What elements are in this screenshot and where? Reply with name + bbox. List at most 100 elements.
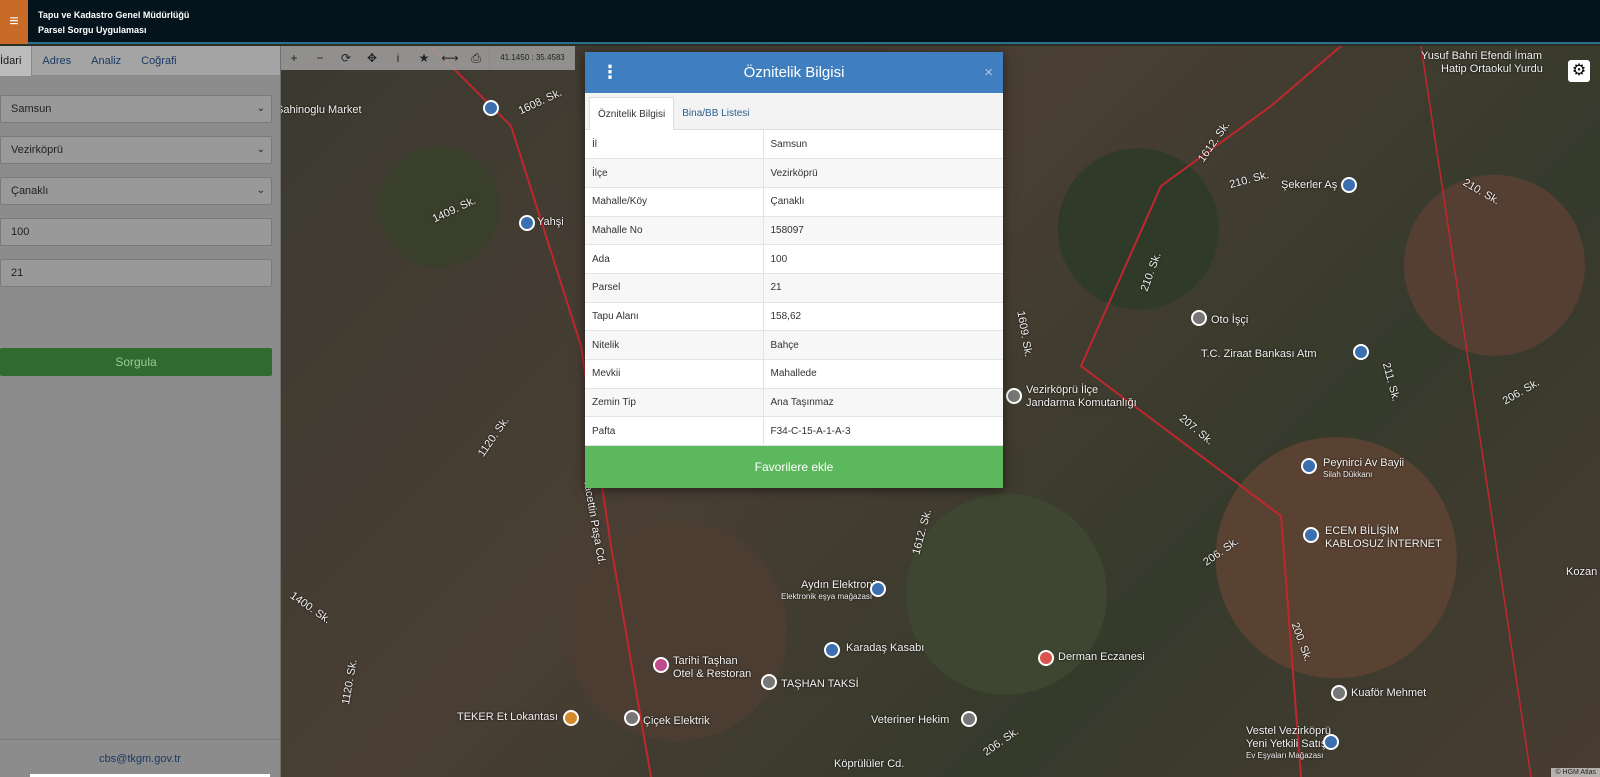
map-label: Elektronik eşya mağazası	[781, 592, 873, 601]
il-select[interactable]: Samsun ⌄	[0, 95, 272, 123]
attr-value: Samsun	[763, 130, 1003, 160]
move-icon[interactable]: ✥	[359, 46, 385, 70]
ada-input[interactable]: 100	[0, 218, 272, 246]
attr-key: Nitelik	[585, 330, 764, 360]
map-label: Derman Eczanesi	[1058, 651, 1145, 663]
shop-marker-icon[interactable]	[519, 215, 535, 231]
print-icon[interactable]: ⎙	[463, 46, 489, 70]
table-row: Zemin Tip Ana Taşınmaz	[585, 388, 1003, 418]
attr-key: Tapu Alanı	[585, 302, 764, 332]
attr-value: Bahçe	[763, 330, 1003, 360]
place-marker-icon[interactable]	[1191, 310, 1207, 326]
tab-adres[interactable]: Adres	[32, 46, 81, 76]
map-label: KABLOSUZ İNTERNET	[1325, 538, 1442, 550]
table-row: Parsel 21	[585, 273, 1003, 303]
star-icon[interactable]: ★	[411, 46, 437, 70]
attr-key: İl	[585, 130, 764, 160]
restaurant-marker-icon[interactable]	[563, 710, 579, 726]
shop-marker-icon[interactable]	[1303, 527, 1319, 543]
attr-value: Çanaklı	[763, 187, 1003, 217]
attr-key: Mahalle No	[585, 216, 764, 246]
attribute-table: İl Samsun İlçe Vezirköprü Mahalle/Köy Çanak…	[585, 130, 1003, 447]
map-toolbar: + − ⟳ ✥ i ★ ⟷ ⎙ 41.1450 : 35.4583	[281, 46, 575, 70]
map-label: T.C. Ziraat Bankası Atm	[1201, 348, 1317, 360]
sidebar-tabs: İdari Adres Analiz Coğrafi	[0, 46, 280, 76]
zoom-out-icon[interactable]: −	[307, 46, 333, 70]
ilce-select[interactable]: Vezirköprü ⌄	[0, 136, 272, 164]
attr-value: 158,62	[763, 302, 1003, 332]
chevron-down-icon: ⌄	[256, 185, 265, 196]
table-row: İl Samsun	[585, 130, 1003, 160]
place-marker-icon[interactable]	[624, 710, 640, 726]
tab-idari[interactable]: İdari	[0, 46, 33, 76]
map-label: Ev Eşyaları Mağazası	[1246, 751, 1324, 760]
attr-key: Mahalle/Köy	[585, 187, 764, 217]
bank-marker-icon[interactable]	[1353, 344, 1369, 360]
map-label: Yahşi	[537, 216, 564, 228]
map-label: Yusuf Bahri Efendi İmam	[1421, 50, 1543, 62]
info-icon[interactable]: i	[385, 46, 411, 70]
measure-icon[interactable]: ⟷	[437, 46, 463, 70]
coordinate-readout: 41.1450 : 35.4583	[489, 46, 575, 70]
attribute-info-dialog: Öznitelik Bilgisi ⋮ × Öznitelik Bilgisi …	[585, 52, 1003, 488]
parsel-input[interactable]: 21	[0, 259, 272, 287]
gear-icon[interactable]: ⚙	[1568, 60, 1590, 82]
table-row: Pafta F34-C-15-A-1-A-3	[585, 416, 1003, 447]
attr-value: Vezirköprü	[763, 158, 1003, 188]
sorgula-button[interactable]: Sorgula	[0, 348, 272, 376]
shop-marker-icon[interactable]	[1323, 734, 1339, 750]
table-row: Tapu Alanı 158,62	[585, 302, 1003, 332]
hamburger-menu-icon[interactable]: ≡	[0, 0, 28, 44]
app-title-line1: Tapu ve Kadastro Genel Müdürlüğü	[38, 10, 190, 20]
shop-marker-icon[interactable]	[870, 581, 886, 597]
map-label: ECEM BİLİŞİM	[1325, 525, 1399, 537]
mahalle-select[interactable]: Çanaklı ⌄	[0, 177, 272, 205]
map-label: Yeni Yetkili Satış	[1246, 738, 1327, 750]
dialog-title: Öznitelik Bilgisi	[743, 64, 845, 81]
close-icon[interactable]: ×	[984, 52, 993, 93]
contact-email[interactable]: cbs@tkgm.gov.tr	[0, 739, 280, 777]
map-label: Hatip Ortaokul Yurdu	[1441, 63, 1543, 75]
ada-input-value: 100	[11, 226, 30, 238]
shop-marker-icon[interactable]	[1341, 177, 1357, 193]
dialog-tabs: Öznitelik Bilgisi Bina/BB Listesi	[585, 93, 1003, 130]
attr-value: 158097	[763, 216, 1003, 246]
map-label: Oto İşçi	[1211, 314, 1249, 326]
add-to-favorites-button[interactable]: Favorilere ekle	[585, 446, 1003, 488]
zoom-in-icon[interactable]: +	[281, 46, 307, 70]
attr-value: 21	[763, 273, 1003, 303]
chevron-down-icon: ⌄	[256, 103, 265, 114]
map-label: Kozan	[1566, 566, 1598, 578]
attr-value: 100	[763, 244, 1003, 274]
tab-oznitelik-bilgisi[interactable]: Öznitelik Bilgisi	[589, 97, 675, 130]
map-label: Şekerler Aş	[1281, 179, 1338, 191]
attr-value: F34-C-15-A-1-A-3	[763, 416, 1003, 447]
kebab-menu-icon[interactable]: ⋮	[601, 52, 619, 93]
shop-marker-icon[interactable]	[824, 642, 840, 658]
tab-bina-bb-listesi[interactable]: Bina/BB Listesi	[674, 97, 757, 130]
chevron-down-icon: ⌄	[256, 144, 265, 155]
pharmacy-marker-icon[interactable]	[1038, 650, 1054, 666]
hotel-marker-icon[interactable]	[653, 657, 669, 673]
map-label: Sahinoglu Market	[281, 104, 362, 116]
map-label: Vezirköprü İlçe	[1026, 384, 1099, 396]
shop-marker-icon[interactable]	[1301, 458, 1317, 474]
shop-marker-icon[interactable]	[483, 100, 499, 116]
map-label: Peynirci Av Bayii	[1323, 457, 1405, 469]
map-attribution: © HGM Atlas	[1551, 768, 1600, 777]
app-header: ≡ Tapu ve Kadastro Genel Müdürlüğü Parse…	[0, 0, 1600, 44]
place-marker-icon[interactable]	[1006, 388, 1022, 404]
tab-cografi[interactable]: Coğrafi	[131, 46, 186, 76]
tab-analiz[interactable]: Analiz	[81, 46, 131, 76]
map-label: Jandarma Komutanlığı	[1026, 397, 1137, 409]
place-marker-icon[interactable]	[961, 711, 977, 727]
attr-key: Pafta	[585, 416, 764, 447]
refresh-icon[interactable]: ⟳	[333, 46, 359, 70]
map-label: Köprülüler Cd.	[834, 758, 905, 770]
place-marker-icon[interactable]	[761, 674, 777, 690]
place-marker-icon[interactable]	[1331, 685, 1347, 701]
table-row: Nitelik Bahçe	[585, 330, 1003, 360]
map-label: Silah Dükkanı	[1323, 470, 1373, 479]
parcel-boundary-line	[1420, 46, 1532, 777]
table-row: İlçe Vezirköprü	[585, 158, 1003, 188]
